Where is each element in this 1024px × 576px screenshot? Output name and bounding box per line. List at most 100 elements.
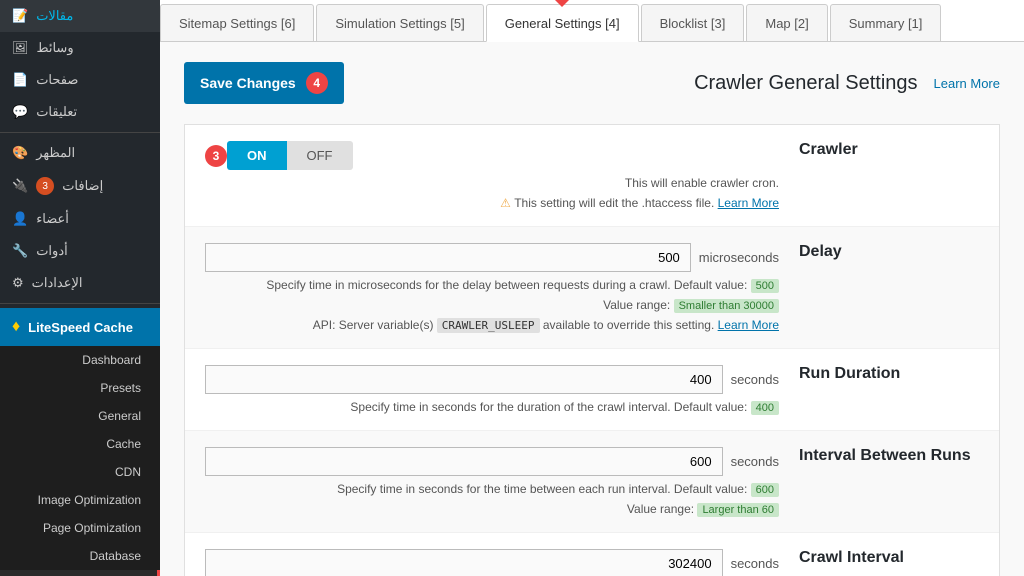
run-duration-title: Run Duration [799,365,979,383]
crawler-learn-more[interactable]: Learn More [718,196,779,210]
delay-input-group: microseconds [205,243,779,272]
tab-sitemap[interactable]: Sitemap Settings [6] [160,4,314,41]
delay-api: API: Server variable(s) CRAWLER_USLEEP a… [205,318,779,332]
tab-blocklist[interactable]: Blocklist [3] [641,4,745,41]
delay-title: Delay [799,243,979,261]
lsc-item-cache[interactable]: Cache [0,430,160,458]
delay-range: Value range: Smaller than 30000 [205,298,779,312]
sidebar-item-pages[interactable]: صفحات 📄 [0,64,160,96]
crawler-title: Crawler [799,141,979,159]
sidebar-item-comments[interactable]: تعليقات 💬 [0,96,160,128]
crawler-desc2: This setting will edit the .htaccess fil… [205,196,779,210]
crawler-left: 3 ON OFF .This will enable crawler cron … [205,141,779,210]
articles-label: مقالات [36,8,73,24]
appearance-label: المظهر [36,145,75,161]
page-title-area: Crawler General Settings Learn More [694,72,1000,95]
interval-left: seconds Specify time in seconds for the … [205,447,779,516]
save-badge: 4 [306,72,328,94]
run-duration-input[interactable] [205,365,723,394]
page-title: Crawler General Settings [694,72,917,95]
interval-title: Interval Between Runs [799,447,979,465]
crawl-interval-input-wrap [205,549,723,576]
sidebar-item-plugins[interactable]: إضافات 3 🔌 [0,169,160,203]
tab-simulation[interactable]: Simulation Settings [5] [316,4,483,41]
warning-icon: ⚠ [500,196,511,210]
crawler-toggle: 3 ON OFF [205,141,779,170]
lsc-item-presets[interactable]: Presets [0,374,160,402]
page-header: Save Changes 4 Crawler General Settings … [184,62,1000,104]
lsc-item-crawler[interactable]: 1 Crawler [0,570,160,576]
lsc-title: LiteSpeed Cache [28,320,133,335]
interval-unit: seconds [731,454,779,469]
pages-label: صفحات [36,72,78,88]
tab-general[interactable]: General Settings [4] [486,4,639,42]
lsc-diamond-icon: ♦ [12,318,20,336]
settings-icon: ⚙ [12,275,24,291]
run-duration-unit: seconds [731,372,779,387]
settings-section: 3 ON OFF .This will enable crawler cron … [184,124,1000,576]
delay-left: microseconds Specify time in microsecond… [205,243,779,332]
interval-input-wrap [205,447,723,476]
run-duration-input-group: seconds [205,365,779,394]
run-duration-input-wrap [205,365,723,394]
run-duration-desc: Specify time in seconds for the duration… [205,400,779,414]
lsc-item-image-opt[interactable]: Image Optimization [0,486,160,514]
delay-learn-more[interactable]: Learn More [718,318,779,332]
pages-icon: 📄 [12,72,28,88]
run-duration-row: seconds Specify time in seconds for the … [185,349,999,431]
settings-label: الإعدادات [32,275,83,291]
delay-input-wrap [205,243,691,272]
sidebar-item-articles[interactable]: مقالات 📝 [0,0,160,32]
save-label: Save Changes [200,75,296,91]
delay-code: CRAWLER_USLEEP [437,318,540,333]
sidebar-item-tools[interactable]: أدوات 🔧 [0,235,160,267]
tab-map[interactable]: Map [2] [746,4,827,41]
interval-range-val: Larger than 60 [697,503,779,517]
toggle-badge: 3 [205,145,227,167]
lsc-header[interactable]: LiteSpeed Cache ♦ [0,308,160,346]
crawler-row: 3 ON OFF .This will enable crawler cron … [185,125,999,227]
lsc-item-general[interactable]: General [0,402,160,430]
interval-range: Value range: Larger than 60 [205,502,779,516]
delay-unit: microseconds [699,250,779,265]
plugins-icon: 🔌 [12,178,28,194]
learn-more-link[interactable]: Learn More [934,76,1000,91]
sidebar-item-users[interactable]: أعضاء 👤 [0,203,160,235]
sidebar-item-settings[interactable]: الإعدادات ⚙ [0,267,160,299]
sidebar-item-appearance[interactable]: المظهر 🎨 [0,137,160,169]
interval-row: seconds Specify time in seconds for the … [185,431,999,533]
crawl-interval-left: seconds [205,549,779,576]
interval-input-group: seconds [205,447,779,476]
lsc-item-page-opt[interactable]: Page Optimization [0,514,160,542]
crawl-interval-row: seconds Crawl Interval [185,533,999,576]
interval-default: 600 [751,483,779,497]
run-duration-left: seconds Specify time in seconds for the … [205,365,779,414]
content-area: Save Changes 4 Crawler General Settings … [160,42,1024,576]
users-label: أعضاء [36,211,69,227]
tools-icon: 🔧 [12,243,28,259]
crawl-interval-input-group: seconds [205,549,779,576]
users-icon: 👤 [12,211,28,227]
appearance-icon: 🎨 [12,145,28,161]
crawl-interval-unit: seconds [731,556,779,571]
lsc-menu: Dashboard Presets General Cache CDN Imag… [0,346,160,576]
delay-row: microseconds Specify time in microsecond… [185,227,999,349]
lsc-item-dashboard[interactable]: Dashboard [0,346,160,374]
interval-desc: Specify time in seconds for the time bet… [205,482,779,496]
save-changes-button[interactable]: Save Changes 4 [184,62,344,104]
crawler-desc1: .This will enable crawler cron [205,176,779,190]
media-icon: 🖼 [12,40,29,56]
lsc-item-database[interactable]: Database [0,542,160,570]
divider-1 [0,132,160,133]
sidebar-item-media[interactable]: وسائط 🖼 [0,32,160,64]
lsc-item-cdn[interactable]: CDN [0,458,160,486]
crawler-off-button[interactable]: OFF [287,141,353,170]
crawler-on-button[interactable]: ON [227,141,287,170]
crawl-interval-title: Crawl Interval [799,549,979,567]
delay-desc: Specify time in microseconds for the del… [205,278,779,292]
crawl-interval-input[interactable] [205,549,723,576]
delay-input[interactable] [205,243,691,272]
interval-input[interactable] [205,447,723,476]
tab-summary[interactable]: Summary [1] [830,4,942,41]
media-label: وسائط [37,40,74,56]
